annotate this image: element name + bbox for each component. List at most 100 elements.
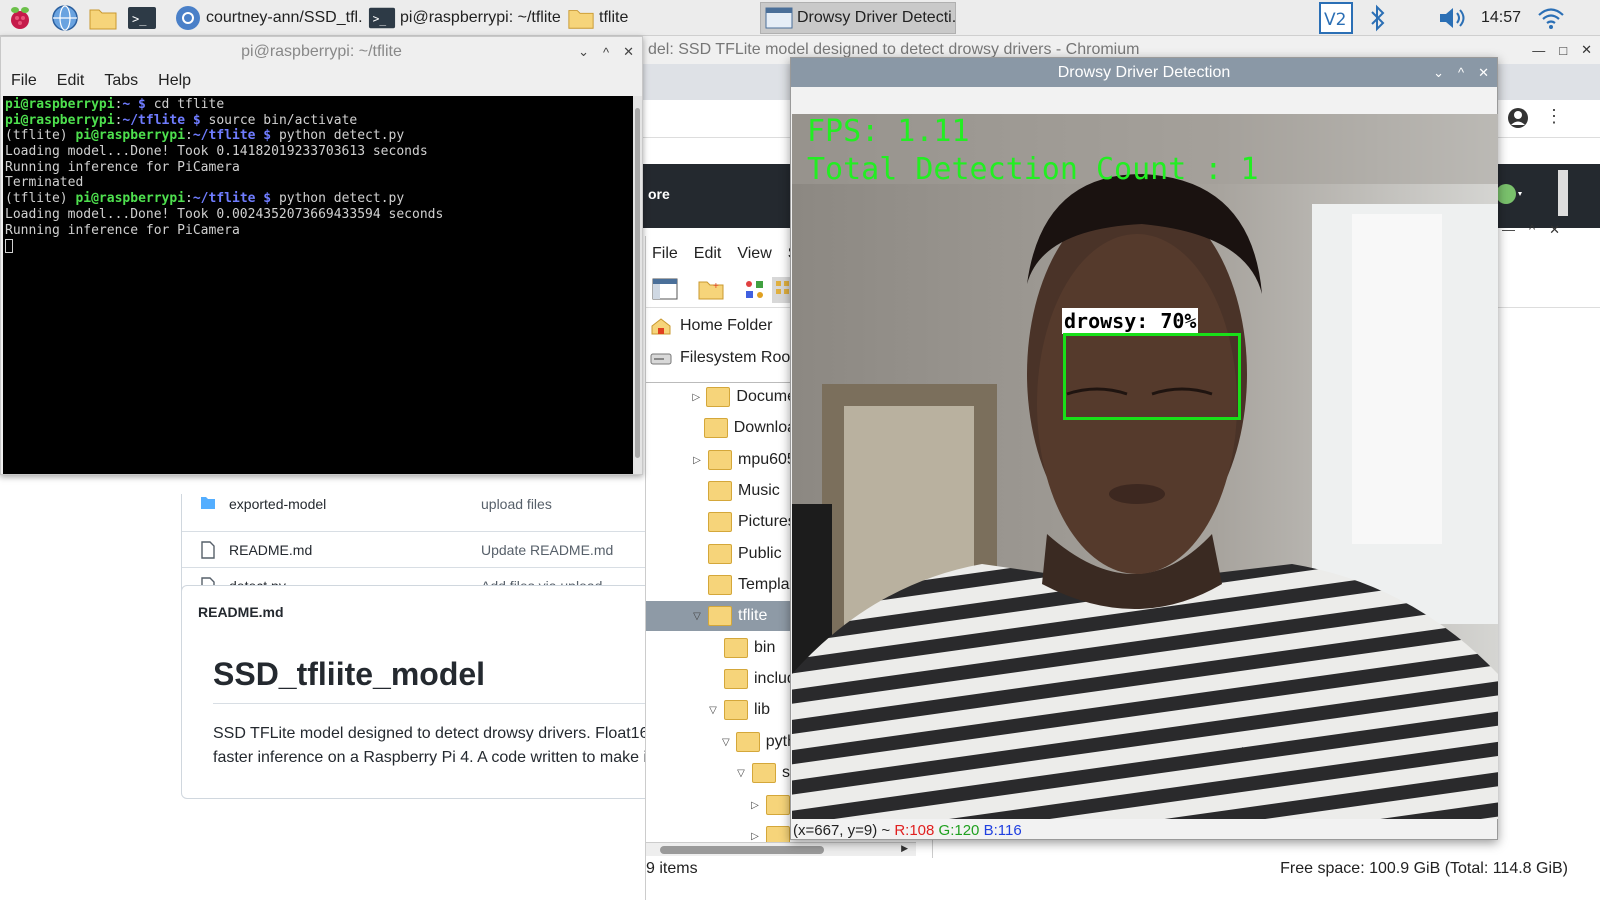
tree-item[interactable]: ▷ mpu605 (646, 445, 796, 475)
vnc-icon[interactable]: V2 (1318, 2, 1354, 34)
table-row[interactable]: exported-model upload files (182, 494, 652, 516)
tree-item[interactable]: ▽ tflite (646, 601, 796, 631)
terminal-pre: Running inference for PiCamera (5, 222, 240, 238)
volume-icon[interactable] (1436, 3, 1468, 33)
collapse-icon[interactable]: ▽ (706, 703, 720, 717)
templates-folder-icon (708, 575, 732, 595)
tree-item[interactable]: Templat (646, 570, 796, 600)
tree-item[interactable]: ▽ lib (646, 695, 796, 725)
terminal-line: Loading model...Done! Took 0.14182019233… (5, 144, 631, 160)
tree-item[interactable]: Public (646, 539, 796, 569)
terminal-pre: Loading model...Done! Took 0.00243520736… (5, 206, 444, 222)
new-folder-icon[interactable]: + (698, 277, 726, 303)
svg-text:V2: V2 (1324, 10, 1346, 30)
file-name[interactable]: exported-model (229, 496, 326, 512)
collapse-icon[interactable]: ▽ (734, 766, 748, 780)
tree-item[interactable]: ▷ Docume (646, 382, 796, 412)
scrollbar[interactable] (1558, 170, 1568, 216)
expand-icon[interactable]: ▷ (748, 798, 762, 812)
menu-help[interactable]: Help (158, 72, 191, 90)
pixel-red: R:108 (894, 822, 935, 839)
taskbar-task-detector[interactable]: Drowsy Driver Detecti... (760, 2, 956, 34)
camera-feed[interactable]: FPS: 1.11 Total Detection Count : 1 drow… (792, 114, 1498, 819)
menu-edit[interactable]: Edit (694, 245, 722, 263)
close-icon[interactable]: ✕ (623, 44, 634, 60)
tree-item[interactable]: Pictures (646, 507, 796, 537)
bluetooth-icon[interactable] (1366, 3, 1390, 33)
maximize-icon[interactable]: ^ (1458, 65, 1464, 80)
tree-item[interactable]: Downloa (646, 413, 796, 443)
taskbar-task-label: courtney-ann/SSD_tfl... (206, 9, 362, 26)
terminal-icon: >_ (368, 5, 396, 31)
collapse-icon[interactable]: ▽ (720, 735, 732, 749)
raspberry-menu-icon[interactable] (5, 3, 35, 33)
tree-item[interactable]: ▽ pyth (646, 727, 796, 757)
readme-panel: README.md SSD_tfliite_model SSD TFLite m… (181, 585, 651, 799)
scrollbar-thumb[interactable] (660, 846, 824, 854)
text-cursor (5, 238, 13, 253)
expand-icon[interactable]: ▷ (748, 829, 762, 842)
menu-edit[interactable]: Edit (57, 72, 85, 90)
close-icon[interactable]: ✕ (1478, 65, 1489, 81)
tree-item[interactable]: ▽ si (646, 758, 796, 788)
minimize-icon[interactable]: — (1532, 43, 1545, 58)
pixel-coords: (x=667, y=9) ~ (793, 822, 891, 839)
file-name[interactable]: README.md (229, 542, 312, 558)
profile-icon[interactable] (1506, 106, 1530, 133)
avatar[interactable] (1494, 182, 1524, 209)
tree-item[interactable]: bin (646, 633, 796, 663)
taskbar-task-file-manager[interactable]: tflite (563, 2, 663, 34)
minimize-icon[interactable]: ⌄ (578, 44, 589, 60)
minimize-icon[interactable]: ⌄ (1433, 65, 1444, 81)
terminal-line: Terminated (5, 175, 631, 191)
place-home[interactable]: Home Folder (650, 312, 772, 340)
wifi-icon[interactable] (1535, 3, 1567, 33)
places-list: Home Folder Filesystem Root (646, 312, 796, 384)
place-filesystem-root[interactable]: Filesystem Root (650, 344, 795, 372)
table-row[interactable]: README.md Update README.md (182, 531, 652, 567)
scrollbar[interactable] (633, 96, 642, 474)
menu-file[interactable]: File (11, 72, 37, 90)
expand-icon[interactable]: ▷ (690, 453, 704, 467)
maximize-icon[interactable]: □ (1559, 43, 1567, 58)
terminal-pre: (tflite) (5, 191, 76, 207)
terminal-icon[interactable]: >_ (127, 3, 157, 33)
tree-item[interactable]: Music (646, 476, 796, 506)
detection-label: drowsy: 70% (1062, 308, 1199, 334)
terminal-path: ~/tflite $ (192, 128, 272, 144)
chromium-icon (174, 5, 202, 31)
pixel-green: G:120 (938, 822, 980, 839)
commit-message[interactable]: upload files (481, 496, 552, 512)
collapse-icon[interactable]: ▽ (690, 609, 704, 623)
divider (213, 703, 650, 704)
icon-view-icon[interactable] (742, 277, 770, 303)
github-header-link[interactable]: ore (648, 186, 670, 202)
menu-dots-icon[interactable]: ⋮ (1545, 106, 1563, 127)
clock[interactable]: 14:57 (1478, 3, 1524, 33)
terminal-output[interactable]: pi@raspberrypi:~ $ cd tflite pi@raspberry… (3, 96, 633, 474)
tree-item[interactable]: includ (646, 664, 796, 694)
new-window-icon[interactable] (652, 277, 680, 303)
web-browser-icon[interactable] (50, 3, 80, 33)
folder-icon (735, 732, 760, 752)
menu-tabs[interactable]: Tabs (104, 72, 138, 90)
file-manager-icon[interactable] (88, 3, 118, 33)
taskbar-task-terminal[interactable]: >_ pi@raspberrypi: ~/tflite (364, 2, 562, 34)
scrollbar-thumb[interactable] (635, 108, 640, 458)
commit-message[interactable]: Update README.md (481, 542, 613, 558)
terminal-menubar: File Edit Tabs Help (1, 67, 191, 95)
menu-view[interactable]: View (737, 245, 771, 263)
scroll-right-icon[interactable]: ▶ (901, 843, 908, 854)
maximize-icon[interactable]: ^ (603, 45, 609, 60)
expand-icon[interactable]: ▷ (690, 390, 702, 404)
tree-item[interactable]: ▷ (646, 790, 796, 820)
tree-item[interactable]: ▷ (646, 821, 796, 842)
terminal-sep: : (185, 128, 193, 144)
detection-box (1063, 333, 1241, 420)
close-icon[interactable]: ✕ (1581, 42, 1592, 58)
taskbar-task-chromium[interactable]: courtney-ann/SSD_tfl... (170, 2, 362, 34)
horizontal-scrollbar[interactable]: ▶ (646, 842, 916, 856)
menu-file[interactable]: File (652, 245, 678, 263)
